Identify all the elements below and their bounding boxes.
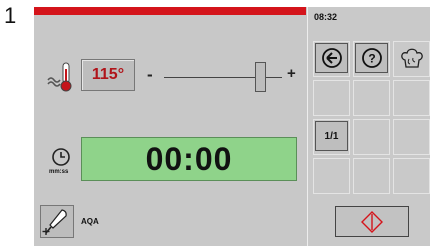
- grid-cell: [393, 119, 430, 155]
- grid-cell: [313, 80, 350, 116]
- oven-screen: 115° - + mm:ss 00:00 AQA 08:32 ? 1/1: [34, 7, 430, 246]
- left-panel: 115° - + mm:ss 00:00 AQA: [34, 7, 306, 246]
- ratio-button[interactable]: 1/1: [315, 121, 348, 151]
- right-panel: 08:32 ? 1/1: [307, 7, 430, 246]
- start-button[interactable]: [335, 206, 409, 237]
- temperature-slider-handle[interactable]: [255, 62, 267, 92]
- timer-display-button[interactable]: 00:00: [81, 137, 297, 181]
- svg-text:?: ?: [368, 52, 375, 66]
- grid-cell: [353, 80, 390, 116]
- grid-cell: [353, 119, 390, 155]
- timer-unit-label: mm:ss: [49, 169, 69, 175]
- core-probe-plus-icon: [42, 209, 67, 235]
- back-arrow-icon: [321, 48, 342, 68]
- step-number: 1: [4, 3, 17, 28]
- question-icon: ?: [361, 48, 382, 68]
- chef-hat-icon: [400, 48, 423, 68]
- help-button[interactable]: ?: [355, 43, 388, 73]
- ratio-label: 1/1: [324, 130, 339, 142]
- core-probe-button[interactable]: [40, 205, 74, 238]
- grid-cell: [393, 80, 430, 116]
- grid-cell: [353, 158, 390, 194]
- temperature-decrease-button[interactable]: -: [147, 65, 153, 85]
- chef-button[interactable]: [395, 43, 428, 73]
- thermometer-icon: [46, 61, 76, 93]
- grid-cell: [313, 158, 350, 194]
- temperature-increase-button[interactable]: +: [287, 65, 296, 82]
- clock-icon: mm:ss: [48, 146, 74, 180]
- probe-label: AQA: [81, 217, 99, 226]
- temperature-value-button[interactable]: 115°: [81, 59, 135, 91]
- clock-time: 08:32: [314, 12, 338, 22]
- grid-cell: [393, 158, 430, 194]
- status-bar: [34, 7, 306, 15]
- back-button[interactable]: [315, 43, 348, 73]
- start-diamond-icon: [361, 210, 383, 233]
